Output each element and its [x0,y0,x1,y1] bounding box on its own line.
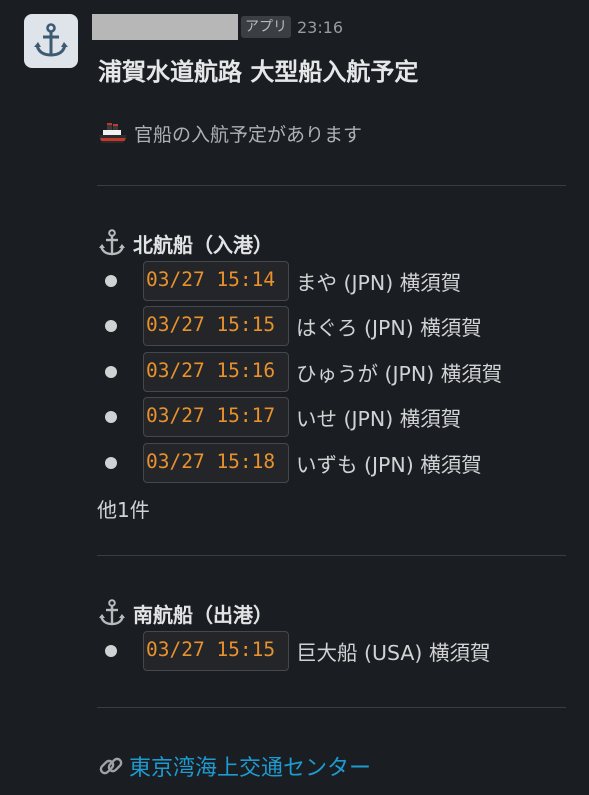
list-item: 03/27 15:16 ひゅうが (JPN) 横須賀 [97,349,502,395]
bullet [105,644,117,657]
message-subtitle: 官船の入航予定があります [98,120,362,147]
arrival-time: 03/27 15:18 [143,442,289,483]
vessel-traffic-center-link[interactable]: 東京湾海上交通センター [129,750,371,782]
divider [97,707,566,708]
ship-info: ひゅうが (JPN) 横須賀 [296,361,503,386]
ship-info: はぐろ (JPN) 横須賀 [296,316,482,341]
ship-info: いせ (JPN) 横須賀 [296,407,462,432]
anchor-icon [99,229,125,256]
arrival-time: 03/27 15:15 [143,306,289,347]
list-item: 03/27 15:17 いせ (JPN) 横須賀 [97,395,502,441]
list-item: 03/27 15:15 巨大船 (USA) 横須賀 [97,628,490,674]
subtitle-text: 官船の入航予定があります [134,124,363,146]
arrival-time: 03/27 15:16 [143,351,289,392]
section-heading-south: 南航船（出港） [97,598,273,628]
arrival-time: 03/27 15:14 [143,260,289,301]
ship-list-south: 03/27 15:15 巨大船 (USA) 横須賀 [97,628,490,674]
anchor-icon [99,599,125,626]
divider [97,185,566,186]
ship-icon [99,122,127,143]
section-heading-text: 南航船（出港） [133,602,273,627]
divider [97,555,566,556]
more-count: 他1件 [97,498,150,522]
list-item: 03/27 15:15 はぐろ (JPN) 横須賀 [97,304,502,350]
list-item: 03/27 15:18 いずも (JPN) 横須賀 [97,440,502,486]
message-title: 浦賀水道航路 大型船入航予定 [98,58,419,86]
ship-info: まや (JPN) 横須賀 [296,270,462,295]
arrival-time: 03/27 15:15 [143,630,289,671]
arrival-time: 03/27 15:17 [143,397,289,438]
ship-info: 巨大船 (USA) 横須賀 [296,640,491,665]
bullet [105,274,117,287]
bullet [105,365,117,378]
section-heading-north: 北航船（入港） [97,228,273,258]
bullet [105,411,117,424]
link-icon [99,757,123,775]
section-heading-text: 北航船（入港） [133,232,273,257]
ship-info: いずも (JPN) 横須賀 [296,452,482,477]
app-avatar[interactable] [24,14,78,68]
timestamp[interactable]: 23:16 [297,18,343,37]
app-badge: アプリ [241,16,291,38]
anchor-icon [34,23,68,57]
bullet [105,456,117,469]
sender-name-redacted[interactable] [92,14,238,40]
bullet [105,320,117,333]
list-item: 03/27 15:14 まや (JPN) 横須賀 [97,258,502,304]
footer-link-row: 東京湾海上交通センター [97,750,371,782]
message-header: アプリ 23:16 [92,14,343,40]
ship-list-north: 03/27 15:14 まや (JPN) 横須賀 03/27 15:15 はぐろ… [97,258,502,486]
